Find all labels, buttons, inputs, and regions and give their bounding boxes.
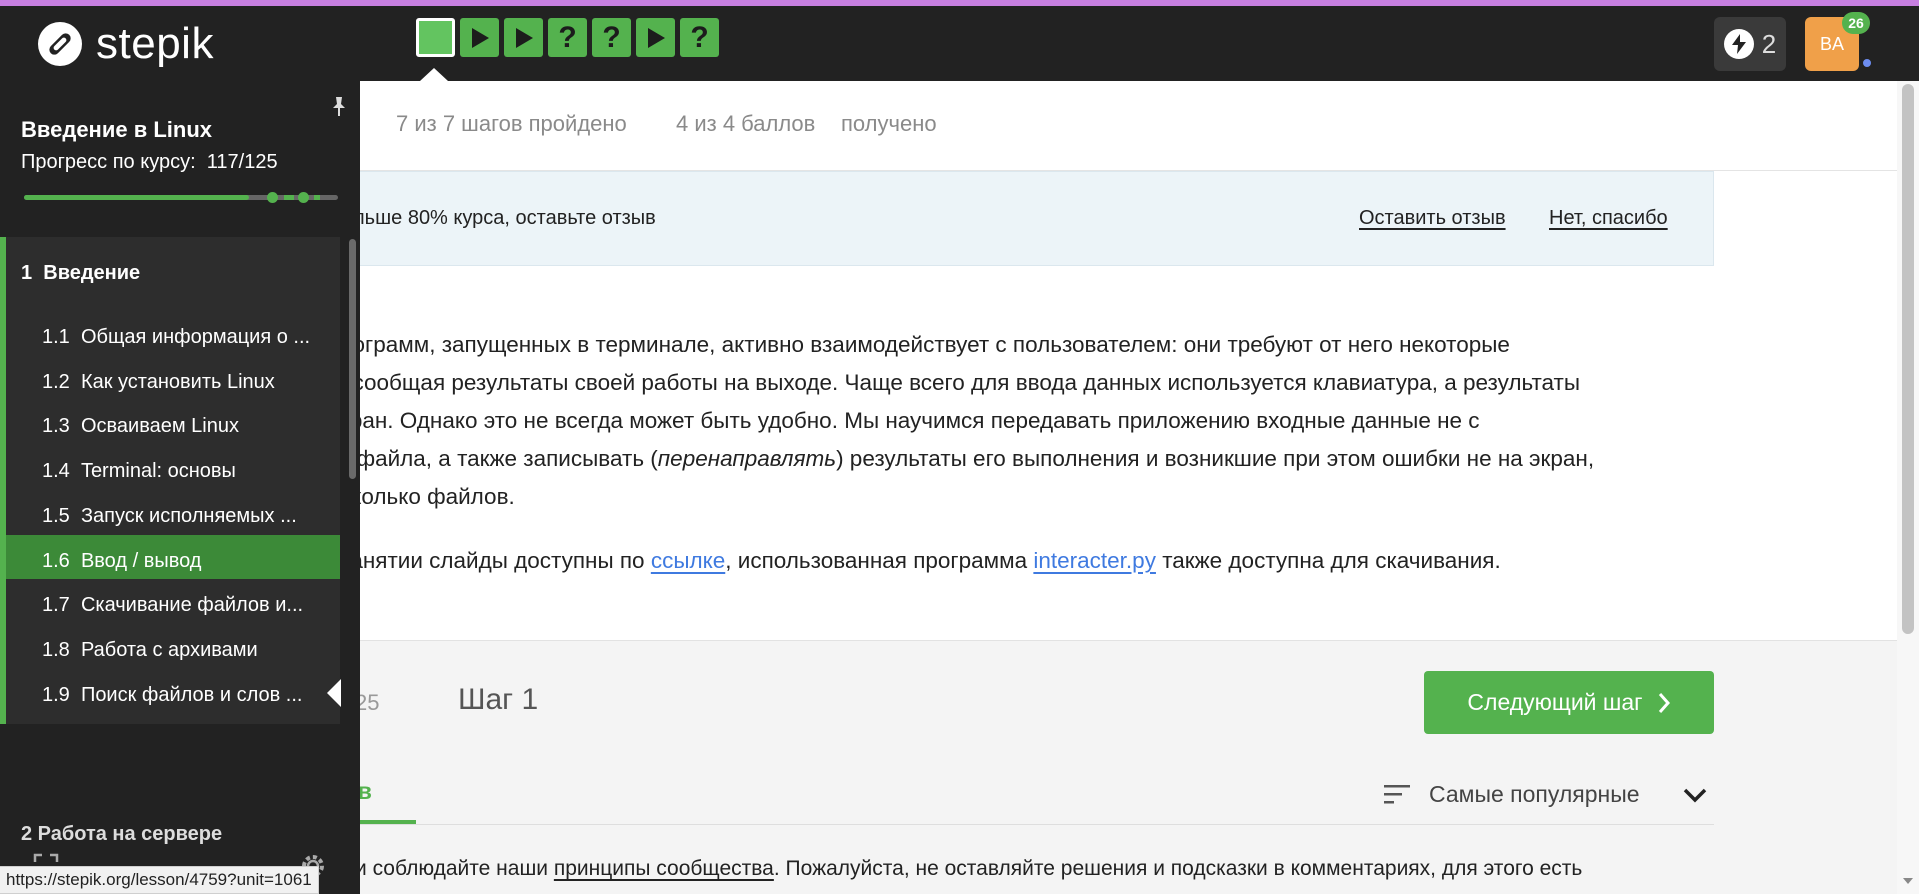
play-icon [647,27,665,48]
status-dot [1861,57,1873,69]
leave-review-link[interactable]: Оставить отзыв [1359,207,1506,230]
next-step-button[interactable]: Следующий шаг [1424,671,1714,734]
sidebar-lesson-label: 1.6 Ввод / вывод [42,549,202,572]
stepik-logo[interactable]: stepik [36,20,214,68]
chevron-right-icon [1658,692,1670,713]
interacter-program-link[interactable]: interacter.py [1033,548,1156,573]
course-title[interactable]: Введение в Linux [21,117,212,143]
step-7-quiz[interactable]: ? [680,18,719,57]
step-5-quiz[interactable]: ? [592,18,631,57]
progress-marker [267,192,278,203]
energy-count: 2 [1761,28,1777,59]
step-6-video[interactable] [636,18,675,57]
course-progress-bar [24,192,338,203]
course-sidebar: Введение в Linux Прогресс по курсу: 117/… [0,81,360,894]
sidebar-lesson-label: 1.7 Скачивание файлов и... [42,594,304,617]
comments-divider [340,824,1714,825]
current-step-caret [420,68,448,81]
sort-dropdown-label[interactable]: Самые популярные [1429,781,1640,808]
scroll-down-arrow[interactable] [1903,878,1913,884]
received-label: получено [841,111,937,136]
progress-marker [298,192,309,203]
course-progress: Прогресс по курсу: 117/125 [21,151,278,173]
question-icon: ? [602,20,621,54]
progress-segment [314,195,320,200]
step-1-text[interactable] [416,18,455,57]
sort-icon[interactable] [1384,783,1412,805]
step-3-video[interactable] [504,18,543,57]
no-thanks-link[interactable]: Нет, спасибо [1549,207,1668,230]
lightning-icon [1723,29,1754,59]
stepik-wordmark: stepik [96,19,214,68]
step-4-quiz[interactable]: ? [548,18,587,57]
progress-segment [284,195,294,200]
slides-link[interactable]: ссылке [651,548,725,573]
community-guidelines-link[interactable]: принципы сообщества [554,857,774,880]
notifications-badge[interactable]: 26 [1842,12,1870,34]
points-received: 4 из 4 баллов [676,111,816,136]
pin-icon[interactable] [328,95,350,117]
question-icon: ? [690,20,709,54]
play-icon [515,27,533,48]
sidebar-lesson-label: 1.5 Запуск исполняемых ... [42,504,297,527]
lesson-steps-navigation: ??? [416,18,719,57]
status-bar-url: https://stepik.org/lesson/4759?unit=1061 [0,866,319,894]
review-banner-text: льше 80% курса, оставьте отзыв [353,207,656,229]
lesson-content: рограмм, запущенных в терминале, активно… [340,326,1720,606]
content-paragraph-1: рограмм, запущенных в терминале, активно… [340,332,1595,509]
step-title: Шаг 1 [458,683,539,716]
sidebar-scrollbar[interactable] [349,239,356,479]
stepik-logo-icon [38,22,82,66]
top-navbar: stepik [0,6,1919,81]
next-step-label: Следующий шаг [1467,689,1643,715]
section-1-label[interactable]: 1 Введение [21,262,140,285]
course-progress-fill [24,195,249,200]
content-paragraph-2: занятии слайды доступны по ссылке, испол… [340,548,1501,573]
course-progress-value: 117/125 [206,151,278,173]
steps-passed: 7 из 7 шагов пройдено [396,111,627,136]
question-icon: ? [558,20,577,54]
sidebar-lesson-label: 1.2 Как установить Linux [42,370,275,393]
sidebar-lesson-label: 1.4 Terminal: основы [42,460,236,483]
page-scrollbar-thumb[interactable] [1902,84,1914,634]
review-banner: льше 80% курса, оставьте отзыв Оставить … [340,171,1714,266]
sidebar-lesson-label: 1.1 Общая информация о ... [42,326,311,348]
active-lesson-caret [327,679,341,707]
sidebar-lesson-1-9[interactable]: 1.9 Поиск файлов и слов ... [0,668,340,724]
sidebar-lesson-label: 1.3 Осваиваем Linux [42,415,239,438]
play-icon [471,27,489,48]
step-2-video[interactable] [460,18,499,57]
sidebar-lesson-label: 1.8 Работа с архивами [42,638,258,661]
section-2-label[interactable]: 2 Работа на сервере [21,823,222,846]
sidebar-lesson-label: 1.9 Поиск файлов и слов ... [42,683,303,706]
community-guidelines-notice: и соблюдайте наши принципы сообщества. П… [355,857,1583,880]
chevron-down-icon[interactable] [1681,785,1709,805]
energy-counter[interactable]: 2 [1714,17,1786,71]
